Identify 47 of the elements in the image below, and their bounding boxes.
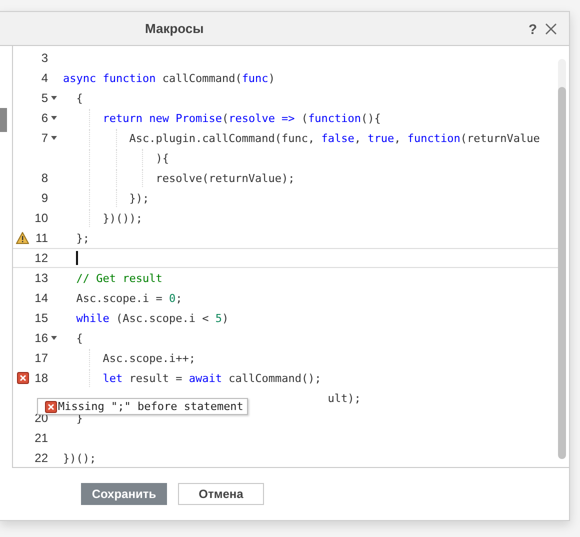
help-button[interactable]: ? xyxy=(522,20,543,36)
line-number: 13 xyxy=(34,271,48,285)
line-number: 17 xyxy=(34,351,48,365)
line-number: 12 xyxy=(34,251,48,265)
save-button[interactable]: Сохранить xyxy=(81,483,167,505)
line-number: 4 xyxy=(41,71,48,85)
code-line: return new Promise(resolve => (function(){ xyxy=(102,112,381,124)
close-button[interactable] xyxy=(543,22,559,34)
line-number: 15 xyxy=(34,311,48,325)
code-line: })(); xyxy=(63,452,96,464)
line-number: 14 xyxy=(34,291,48,305)
fold-caret-icon[interactable] xyxy=(51,136,57,140)
line-number: 3 xyxy=(41,51,48,65)
line-number: 11 xyxy=(36,231,48,245)
panel-marker xyxy=(0,108,7,132)
code-line: Asc.scope.i++; xyxy=(102,352,196,364)
code-line: ){ xyxy=(154,152,169,164)
code-line: ult); xyxy=(328,392,361,404)
line-number: 5 xyxy=(41,91,48,105)
code-line: let result = await callCommand(); xyxy=(102,372,322,384)
code-line: }; xyxy=(75,232,90,244)
fold-caret-icon[interactable] xyxy=(51,96,57,100)
code-line: Asc.scope.i = 0; xyxy=(75,292,182,304)
line-number: 16 xyxy=(34,331,48,345)
code-line: while (Asc.scope.i < 5) xyxy=(75,312,229,324)
line-number: 9 xyxy=(41,191,48,205)
fold-caret-icon[interactable] xyxy=(51,116,57,120)
code-line: { xyxy=(75,332,83,344)
line-number: 10 xyxy=(34,211,48,225)
code-line: })()); xyxy=(102,212,142,224)
line-number: 22 xyxy=(34,451,48,465)
code-line: }); xyxy=(128,192,150,204)
fold-caret-icon[interactable] xyxy=(51,336,57,340)
code-line: { xyxy=(75,92,83,104)
line-number: 7 xyxy=(41,131,48,145)
code-line: Asc.plugin.callCommand(func, false, true, function(returnValue xyxy=(128,132,540,144)
line-number: 21 xyxy=(34,431,48,445)
tooltip-text: Missing ";" before statement xyxy=(58,400,244,413)
line-number: 6 xyxy=(41,111,48,125)
code-comment: // Get result xyxy=(75,272,162,284)
cancel-button[interactable]: Отмена xyxy=(178,483,264,505)
line-number: 18 xyxy=(34,371,48,385)
dialog-title: Макросы xyxy=(145,21,205,36)
code-line: async function callCommand(func) xyxy=(63,72,275,84)
line-number: 8 xyxy=(41,171,48,185)
code-line: resolve(returnValue); xyxy=(154,172,295,184)
text-cursor xyxy=(76,251,78,265)
